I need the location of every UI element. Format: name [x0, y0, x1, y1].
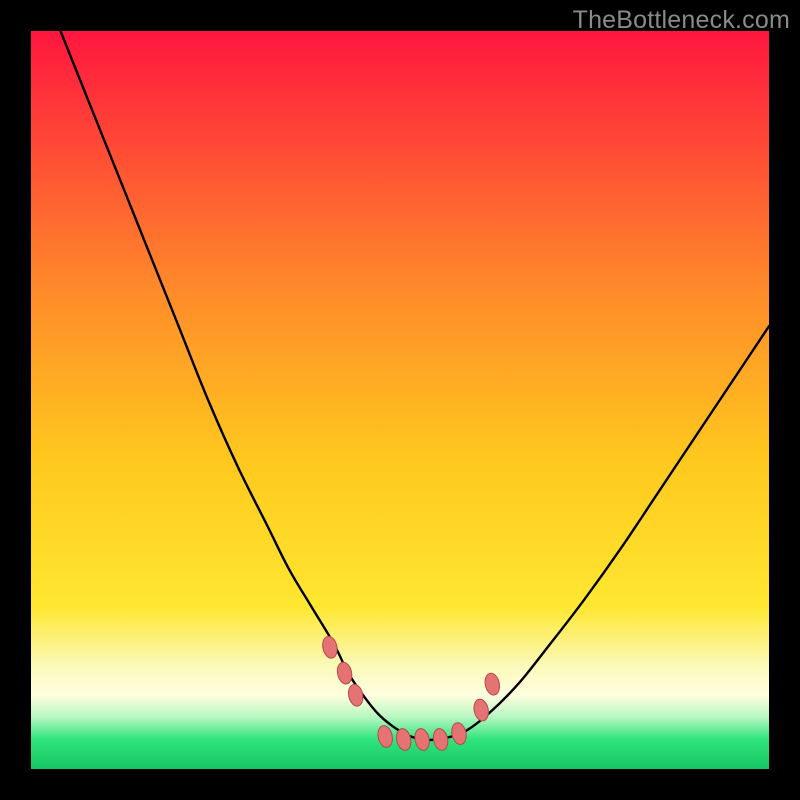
watermark-label: TheBottleneck.com — [573, 6, 790, 35]
curve-marker — [395, 727, 413, 751]
bottleneck-curve — [61, 31, 770, 740]
curve-marker — [472, 698, 490, 722]
plot-area — [31, 31, 769, 769]
curve-marker — [413, 727, 431, 751]
curve-marker — [450, 721, 468, 745]
chart-frame: TheBottleneck.com — [0, 0, 800, 800]
curve-marker — [347, 683, 365, 707]
curve-marker — [335, 661, 353, 685]
curve-marker — [431, 727, 449, 751]
curve-marker — [321, 635, 339, 659]
curve-marker — [376, 724, 394, 748]
curve-marker — [483, 672, 501, 696]
curve-layer — [31, 31, 769, 769]
curve-markers — [321, 635, 502, 752]
